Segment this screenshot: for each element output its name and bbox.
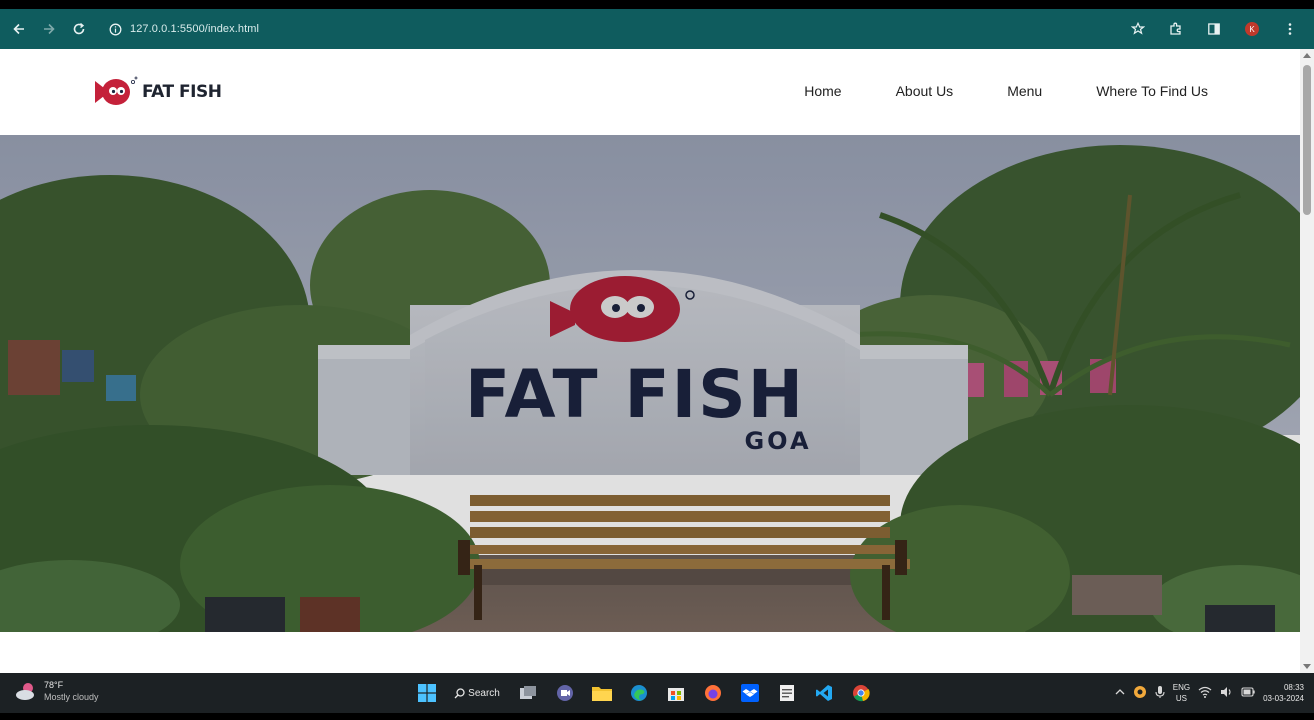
region-code: US <box>1175 694 1187 703</box>
site-logo[interactable]: FAT FISH <box>92 71 222 113</box>
chrome-icon <box>852 685 870 702</box>
meet-app-button[interactable] <box>548 678 581 708</box>
language-indicator[interactable]: ENG US <box>1173 682 1190 704</box>
dropbox-button[interactable] <box>733 678 766 708</box>
back-button[interactable] <box>4 14 34 44</box>
taskbar-clock[interactable]: 08:33 03-03-2024 <box>1263 682 1304 704</box>
hero-banner: FAT FISH GOA <box>0 135 1300 632</box>
edge-browser-button[interactable] <box>622 678 655 708</box>
firefox-button[interactable] <box>696 678 729 708</box>
side-panel-button[interactable] <box>1198 14 1230 44</box>
site-info-icon[interactable] <box>104 18 126 40</box>
nav-link-home[interactable]: Home <box>777 79 868 103</box>
side-panel-icon <box>1208 23 1220 35</box>
search-icon <box>454 687 465 698</box>
taskbar-search-button[interactable]: Search <box>447 680 507 706</box>
nav-link-where-to-find-us[interactable]: Where To Find Us <box>1069 79 1208 103</box>
task-view-button[interactable] <box>511 678 544 708</box>
vscode-icon <box>815 685 832 701</box>
taskbar-search-label: Search <box>468 687 500 699</box>
arrow-left-icon <box>13 23 24 35</box>
cloudy-weather-icon <box>16 683 34 700</box>
clock-time: 08:33 <box>1283 683 1304 692</box>
folder-icon <box>591 687 612 701</box>
url-text: 127.0.0.1:5500/index.html <box>130 23 260 35</box>
bookmark-star-button[interactable] <box>1122 14 1154 44</box>
system-tray: ENG US 08:33 03-03-2024 <box>1115 677 1304 709</box>
reload-button[interactable] <box>64 14 94 44</box>
dropbox-icon <box>740 684 759 702</box>
task-view-icon <box>519 686 536 699</box>
windows-logo-icon <box>417 684 436 702</box>
clock-date: 03-03-2024 <box>1263 694 1304 703</box>
chrome-button[interactable] <box>844 678 877 708</box>
store-app-button[interactable] <box>659 678 692 708</box>
speaker-icon[interactable] <box>1220 686 1233 701</box>
puzzle-icon <box>1170 22 1181 35</box>
scrollbar-thumb[interactable] <box>1303 65 1311 215</box>
vscode-button[interactable] <box>807 678 840 708</box>
edge-icon <box>630 685 647 701</box>
fish-logo-icon <box>95 76 138 105</box>
arrow-right-icon <box>44 23 55 35</box>
battery-icon[interactable] <box>1241 686 1255 700</box>
logo-wordmark: FAT FISH <box>142 82 222 102</box>
scroll-down-arrow[interactable] <box>1303 664 1311 669</box>
page-viewport: FAT FISH Home About Us Menu Where To Fin… <box>0 49 1300 673</box>
document-icon <box>779 685 794 701</box>
profile-button[interactable]: K <box>1236 14 1268 44</box>
hero-image: FAT FISH GOA <box>0 135 1300 632</box>
kebab-menu-icon <box>1288 23 1292 35</box>
reload-icon <box>73 22 85 35</box>
scroll-up-arrow[interactable] <box>1303 53 1311 58</box>
chevron-up-icon[interactable] <box>1115 687 1125 699</box>
site-header: FAT FISH Home About Us Menu Where To Fin… <box>0 49 1300 135</box>
taskbar-apps: Search <box>410 678 877 708</box>
star-icon <box>1131 22 1145 35</box>
file-explorer-button[interactable] <box>585 678 618 708</box>
screen-bottom-edge <box>0 713 1314 720</box>
firefox-icon <box>704 685 721 701</box>
nav-link-about-us[interactable]: About Us <box>869 79 981 103</box>
page-scrollbar[interactable] <box>1300 49 1314 673</box>
browser-menu-button[interactable] <box>1274 14 1306 44</box>
notepad-button[interactable] <box>770 678 803 708</box>
extensions-button[interactable] <box>1160 14 1192 44</box>
avatar: K <box>1245 22 1259 36</box>
nav-link-menu[interactable]: Menu <box>980 79 1069 103</box>
main-nav: Home About Us Menu Where To Find Us <box>777 79 1208 103</box>
screen-top-edge <box>0 0 1314 9</box>
weather-widget[interactable]: 78°F Mostly cloudy <box>14 679 99 703</box>
language-code: ENG <box>1172 683 1191 692</box>
weather-condition: Mostly cloudy <box>44 692 99 702</box>
address-bar[interactable]: 127.0.0.1:5500/index.html <box>104 15 1164 43</box>
weather-temp: 78°F <box>44 680 64 690</box>
windows-taskbar: 78°F Mostly cloudy Search ENG US 08:33 0… <box>0 673 1314 713</box>
video-call-icon <box>556 685 573 701</box>
start-button[interactable] <box>410 678 443 708</box>
microphone-icon[interactable] <box>1155 685 1165 702</box>
tray-app-icon[interactable] <box>1133 685 1147 702</box>
forward-button[interactable] <box>34 14 64 44</box>
store-bag-icon <box>667 688 684 701</box>
browser-toolbar: 127.0.0.1:5500/index.html K <box>0 9 1314 49</box>
wifi-icon[interactable] <box>1198 686 1212 701</box>
